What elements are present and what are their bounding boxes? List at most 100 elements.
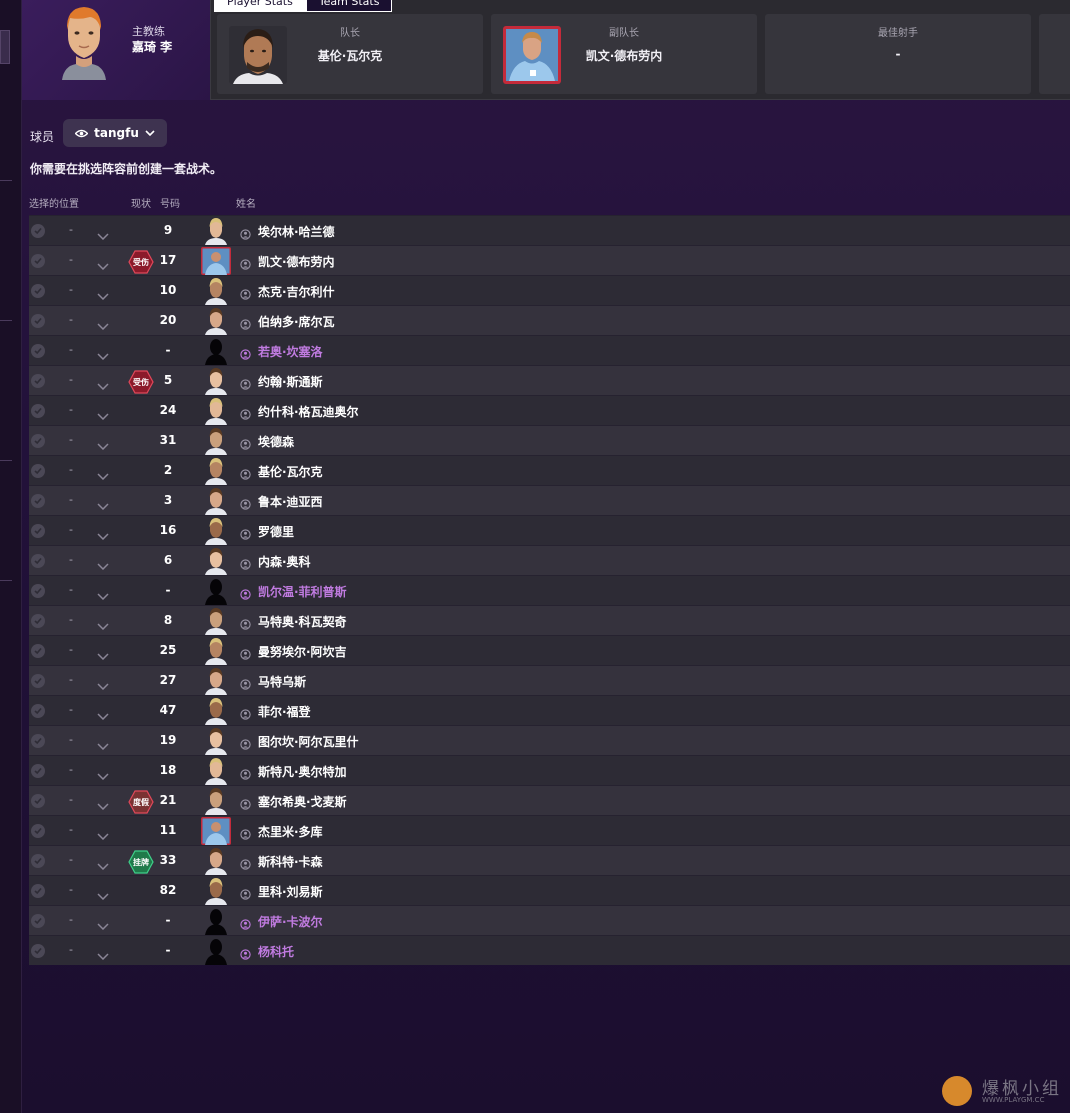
select-check-icon[interactable] bbox=[31, 374, 45, 388]
player-profile-icon[interactable] bbox=[240, 585, 251, 604]
player-name[interactable]: 斯特凡·奥尔特加 bbox=[258, 763, 347, 780]
position-dropdown-icon[interactable] bbox=[97, 945, 109, 964]
player-name[interactable]: 曼努埃尔·阿坎吉 bbox=[258, 643, 347, 660]
player-row[interactable]: - - 伊萨·卡波尔 bbox=[29, 905, 1070, 935]
player-name[interactable]: 伊萨·卡波尔 bbox=[258, 913, 323, 930]
player-profile-icon[interactable] bbox=[240, 645, 251, 664]
status-badge[interactable]: 挂牌 bbox=[128, 850, 154, 874]
player-row[interactable]: - 挂牌 33 斯科特·卡森 bbox=[29, 845, 1070, 875]
player-name[interactable]: 马特奥·科瓦契奇 bbox=[258, 613, 347, 630]
player-name[interactable]: 杰克·吉尔利什 bbox=[258, 283, 335, 300]
player-profile-icon[interactable] bbox=[240, 315, 251, 334]
player-profile-icon[interactable] bbox=[240, 675, 251, 694]
player-row[interactable]: - 18 斯特凡·奥尔特加 bbox=[29, 755, 1070, 785]
select-check-icon[interactable] bbox=[31, 344, 45, 358]
sidebar-handle[interactable] bbox=[0, 30, 10, 64]
select-check-icon[interactable] bbox=[31, 434, 45, 448]
position-dropdown-icon[interactable] bbox=[97, 885, 109, 904]
select-check-icon[interactable] bbox=[31, 944, 45, 958]
player-row[interactable]: - 16 罗德里 bbox=[29, 515, 1070, 545]
position-dropdown-icon[interactable] bbox=[97, 645, 109, 664]
position-dropdown-icon[interactable] bbox=[97, 555, 109, 574]
player-row[interactable]: - 27 马特乌斯 bbox=[29, 665, 1070, 695]
select-check-icon[interactable] bbox=[31, 704, 45, 718]
player-profile-icon[interactable] bbox=[240, 855, 251, 874]
player-row[interactable]: - 2 基伦·瓦尔克 bbox=[29, 455, 1070, 485]
player-name[interactable]: 伯纳多·席尔瓦 bbox=[258, 313, 335, 330]
player-row[interactable]: - 47 菲尔·福登 bbox=[29, 695, 1070, 725]
player-profile-icon[interactable] bbox=[240, 915, 251, 934]
select-check-icon[interactable] bbox=[31, 734, 45, 748]
player-name[interactable]: 罗德里 bbox=[258, 523, 294, 540]
player-row[interactable]: - 受伤 17 凯文·德布劳内 bbox=[29, 245, 1070, 275]
select-check-icon[interactable] bbox=[31, 464, 45, 478]
status-badge[interactable]: 受伤 bbox=[128, 370, 154, 394]
player-name[interactable]: 基伦·瓦尔克 bbox=[258, 463, 323, 480]
position-dropdown-icon[interactable] bbox=[97, 315, 109, 334]
player-name[interactable]: 约什科·格瓦迪奥尔 bbox=[258, 403, 359, 420]
player-name[interactable]: 内森·奥科 bbox=[258, 553, 311, 570]
player-profile-icon[interactable] bbox=[240, 465, 251, 484]
player-profile-icon[interactable] bbox=[240, 285, 251, 304]
player-name[interactable]: 埃尔林·哈兰德 bbox=[258, 223, 335, 240]
player-row[interactable]: - - 若奥·坎塞洛 bbox=[29, 335, 1070, 365]
position-dropdown-icon[interactable] bbox=[97, 225, 109, 244]
column-number[interactable]: 号码 bbox=[160, 195, 180, 210]
position-dropdown-icon[interactable] bbox=[97, 855, 109, 874]
player-profile-icon[interactable] bbox=[240, 405, 251, 424]
select-check-icon[interactable] bbox=[31, 584, 45, 598]
player-name[interactable]: 里科·刘易斯 bbox=[258, 883, 323, 900]
player-name[interactable]: 凯文·德布劳内 bbox=[258, 253, 335, 270]
player-profile-icon[interactable] bbox=[240, 345, 251, 364]
select-check-icon[interactable] bbox=[31, 824, 45, 838]
player-row[interactable]: - 8 马特奥·科瓦契奇 bbox=[29, 605, 1070, 635]
column-selected-position[interactable]: 选择的位置 bbox=[29, 195, 79, 210]
player-row[interactable]: - 10 杰克·吉尔利什 bbox=[29, 275, 1070, 305]
position-dropdown-icon[interactable] bbox=[97, 765, 109, 784]
position-dropdown-icon[interactable] bbox=[97, 735, 109, 754]
tab-team-stats[interactable]: Team Stats bbox=[305, 0, 393, 12]
player-row[interactable]: - 11 杰里米·多库 bbox=[29, 815, 1070, 845]
select-check-icon[interactable] bbox=[31, 554, 45, 568]
player-row[interactable]: - 82 里科·刘易斯 bbox=[29, 875, 1070, 905]
player-profile-icon[interactable] bbox=[240, 525, 251, 544]
select-check-icon[interactable] bbox=[31, 614, 45, 628]
column-name[interactable]: 姓名 bbox=[236, 195, 256, 210]
player-profile-icon[interactable] bbox=[240, 705, 251, 724]
position-dropdown-icon[interactable] bbox=[97, 525, 109, 544]
position-dropdown-icon[interactable] bbox=[97, 435, 109, 454]
player-name[interactable]: 杨科托 bbox=[258, 943, 294, 960]
column-status[interactable]: 现状 bbox=[131, 195, 151, 210]
position-dropdown-icon[interactable] bbox=[97, 405, 109, 424]
select-check-icon[interactable] bbox=[31, 254, 45, 268]
player-name[interactable]: 约翰·斯通斯 bbox=[258, 373, 323, 390]
player-profile-icon[interactable] bbox=[240, 825, 251, 844]
select-check-icon[interactable] bbox=[31, 644, 45, 658]
status-badge[interactable]: 度假 bbox=[128, 790, 154, 814]
player-row[interactable]: - 3 鲁本·迪亚西 bbox=[29, 485, 1070, 515]
select-check-icon[interactable] bbox=[31, 314, 45, 328]
select-check-icon[interactable] bbox=[31, 764, 45, 778]
position-dropdown-icon[interactable] bbox=[97, 705, 109, 724]
position-dropdown-icon[interactable] bbox=[97, 255, 109, 274]
player-row[interactable]: - 受伤 5 约翰·斯通斯 bbox=[29, 365, 1070, 395]
player-name[interactable]: 斯科特·卡森 bbox=[258, 853, 323, 870]
next-stat-card[interactable] bbox=[1039, 14, 1070, 94]
player-profile-icon[interactable] bbox=[240, 615, 251, 634]
player-name[interactable]: 图尔坎·阿尔瓦里什 bbox=[258, 733, 359, 750]
select-check-icon[interactable] bbox=[31, 854, 45, 868]
vice-captain-card[interactable]: 副队长 凯文·德布劳内 bbox=[491, 14, 757, 94]
player-row[interactable]: - 25 曼努埃尔·阿坎吉 bbox=[29, 635, 1070, 665]
select-check-icon[interactable] bbox=[31, 284, 45, 298]
captain-card[interactable]: 队长 基伦·瓦尔克 bbox=[217, 14, 483, 94]
player-profile-icon[interactable] bbox=[240, 375, 251, 394]
position-dropdown-icon[interactable] bbox=[97, 615, 109, 634]
player-row[interactable]: - 6 内森·奥科 bbox=[29, 545, 1070, 575]
player-row[interactable]: - - 凯尔温·菲利普斯 bbox=[29, 575, 1070, 605]
status-badge[interactable]: 受伤 bbox=[128, 250, 154, 274]
position-dropdown-icon[interactable] bbox=[97, 675, 109, 694]
view-selector-dropdown[interactable]: tangfu bbox=[63, 119, 167, 147]
player-name[interactable]: 鲁本·迪亚西 bbox=[258, 493, 323, 510]
select-check-icon[interactable] bbox=[31, 914, 45, 928]
player-row[interactable]: - 20 伯纳多·席尔瓦 bbox=[29, 305, 1070, 335]
